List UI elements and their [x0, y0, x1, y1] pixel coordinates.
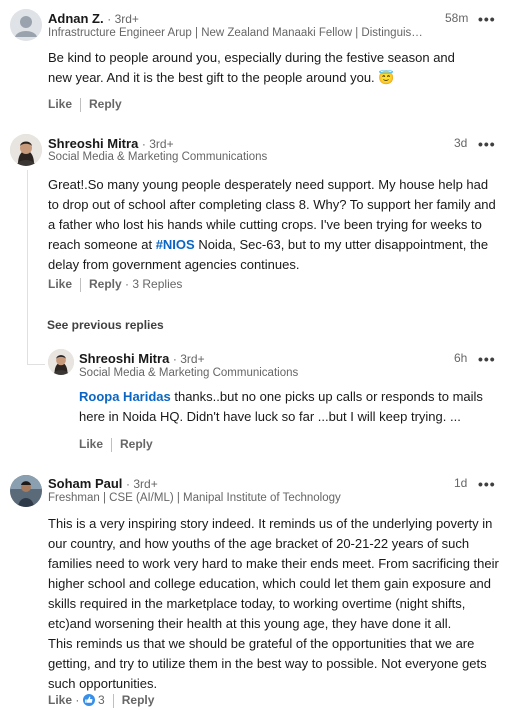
connection-degree: · 3rd+ — [172, 352, 205, 366]
commenter-headline: Social Media & Marketing Communications — [48, 151, 268, 163]
divider — [80, 277, 82, 292]
reply-button[interactable]: Reply — [89, 97, 122, 111]
commenter-name[interactable]: Soham Paul — [48, 476, 122, 491]
comment-time: 6h — [454, 351, 468, 365]
dot-separator: · — [75, 693, 80, 707]
commenter-headline: Social Media & Marketing Communications — [79, 367, 299, 379]
like-button[interactable]: Like — [79, 437, 103, 451]
thread-connector — [27, 364, 45, 365]
reply-body: Roopa Haridas thanks..but no one picks u… — [79, 387, 499, 427]
overflow-menu-icon[interactable]: ••• — [478, 137, 496, 151]
reaction-count[interactable]: 3 — [98, 693, 105, 707]
comment-body: Great!.So many young people desperately … — [48, 175, 498, 275]
connection-degree: · 3rd+ — [107, 12, 139, 26]
overflow-menu-icon[interactable]: ••• — [478, 477, 496, 491]
commenter-headline: Freshman | CSE (AI/ML) | Manipal Institu… — [48, 492, 341, 504]
comment-time: 58m — [445, 11, 469, 25]
connection-degree: · 3rd+ — [126, 477, 158, 491]
comment-time: 1d — [454, 476, 468, 490]
divider — [111, 437, 113, 452]
like-button[interactable]: Like — [48, 277, 72, 291]
like-reaction-icon — [82, 693, 95, 706]
commenter-name[interactable]: Shreoshi Mitra — [79, 351, 169, 366]
reply-button[interactable]: Reply — [120, 437, 153, 451]
like-button[interactable]: Like — [48, 97, 72, 111]
overflow-menu-icon[interactable]: ••• — [478, 352, 496, 366]
comment-body: Be kind to people around you, especially… — [48, 50, 455, 85]
commenter-name[interactable]: Shreoshi Mitra — [48, 136, 138, 151]
avatar[interactable] — [10, 134, 42, 166]
replies-count[interactable]: · 3 Replies — [125, 277, 182, 291]
connection-degree: · 3rd+ — [141, 137, 174, 151]
reply-button[interactable]: Reply — [89, 277, 122, 291]
commenter-headline: Infrastructure Engineer Arup | New Zeala… — [48, 27, 428, 39]
comment-time: 3d — [454, 136, 468, 150]
divider — [112, 693, 114, 708]
see-previous-replies-button[interactable]: See previous replies — [47, 318, 164, 332]
divider — [80, 97, 82, 112]
commenter-name[interactable]: Adnan Z. — [48, 11, 104, 26]
reply-button[interactable]: Reply — [122, 693, 155, 707]
avatar[interactable] — [10, 475, 42, 507]
avatar[interactable] — [10, 9, 42, 41]
overflow-menu-icon[interactable]: ••• — [478, 12, 496, 26]
thread-line — [27, 170, 28, 365]
avatar[interactable] — [48, 349, 74, 375]
hashtag-link[interactable]: #NIOS — [156, 237, 195, 252]
like-button[interactable]: Like — [48, 693, 72, 707]
comment-body: This is a very inspiring story indeed. I… — [48, 516, 499, 691]
mention-link[interactable]: Roopa Haridas — [79, 389, 171, 404]
